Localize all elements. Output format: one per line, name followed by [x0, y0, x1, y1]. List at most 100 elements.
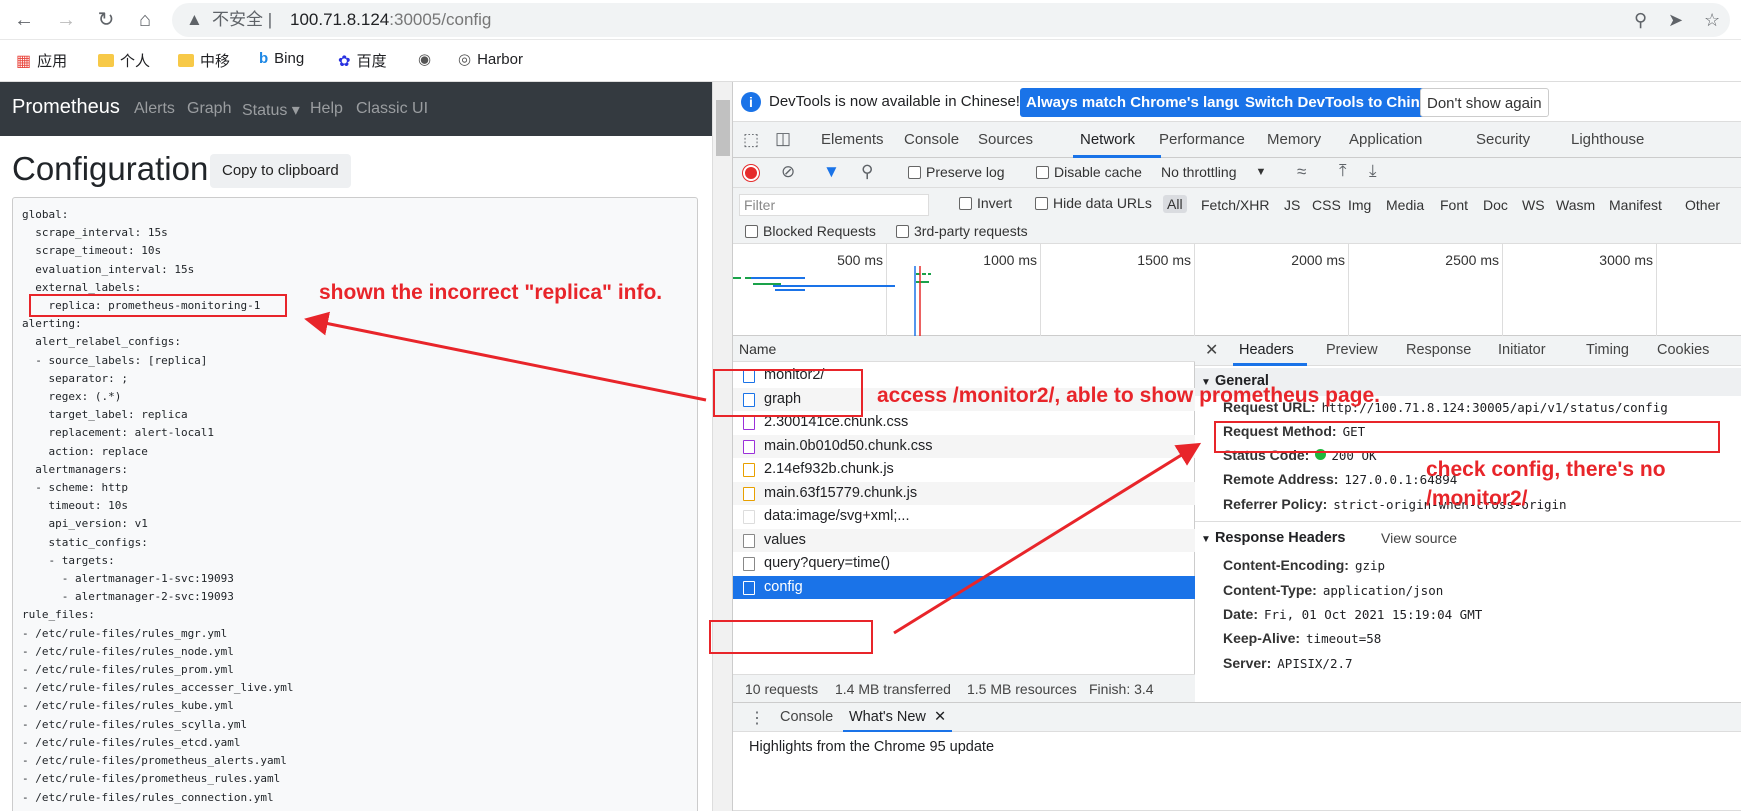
nav-status[interactable]: Status ▾ — [242, 100, 300, 120]
disable-cache-checkbox[interactable]: Disable cache — [1036, 164, 1142, 180]
config-line: - /etc/rule-files/rules_scylla.yml — [22, 717, 248, 731]
clear-icon[interactable]: ⊘ — [781, 162, 795, 182]
config-line: scrape_timeout: 10s — [22, 244, 162, 258]
scrollbar-thumb[interactable] — [716, 100, 730, 156]
match-language-button[interactable]: Always match Chrome's language — [1020, 88, 1275, 117]
type-font[interactable]: Font — [1440, 197, 1468, 213]
stylesheet-icon — [743, 416, 755, 430]
bookmark-harbor[interactable]: ◎ Harbor — [458, 50, 523, 69]
nav-classic-ui[interactable]: Classic UI — [356, 100, 428, 118]
tab-memory[interactable]: Memory — [1267, 131, 1321, 148]
type-other[interactable]: Other — [1685, 197, 1720, 213]
tab-headers[interactable]: Headers — [1239, 342, 1294, 358]
request-row[interactable]: query?query=time() — [733, 552, 1195, 576]
bookmark-baidu[interactable]: ✿ 百度 — [338, 50, 387, 71]
star-icon[interactable]: ☆ — [1704, 3, 1720, 37]
folder-icon — [98, 54, 114, 67]
type-wasm[interactable]: Wasm — [1556, 197, 1595, 213]
tab-preview[interactable]: Preview — [1326, 342, 1378, 358]
type-js[interactable]: JS — [1284, 197, 1300, 213]
network-conditions-icon[interactable]: ≈ — [1297, 162, 1306, 182]
drawer-tab-console[interactable]: Console — [780, 709, 833, 725]
nav-help[interactable]: Help — [310, 100, 343, 118]
type-ws[interactable]: WS — [1522, 197, 1545, 213]
home-icon[interactable]: ⌂ — [131, 6, 159, 34]
bookmark-apps[interactable]: ▦ 应用 — [16, 50, 67, 71]
response-headers-title[interactable]: ▼ Response Headers — [1201, 530, 1346, 546]
record-icon[interactable] — [743, 165, 759, 181]
throttling-select[interactable]: No throttling ▼ — [1161, 164, 1266, 180]
hide-data-urls-checkbox[interactable]: Hide data URLs — [1035, 195, 1152, 211]
tab-application[interactable]: Application — [1349, 131, 1422, 148]
tab-sources[interactable]: Sources — [978, 131, 1033, 148]
nav-alerts[interactable]: Alerts — [134, 100, 175, 118]
harbor-icon: ◎ — [458, 51, 472, 68]
bookmark-cmcc[interactable]: 中移 — [178, 50, 230, 71]
type-css[interactable]: CSS — [1312, 197, 1341, 213]
inspect-icon[interactable]: ⬚ — [743, 130, 759, 150]
request-row[interactable]: main.63f15779.chunk.js — [733, 481, 1195, 505]
prometheus-navbar: Prometheus Alerts Graph Status ▾ Help Cl… — [0, 82, 712, 136]
drawer-menu-icon[interactable]: ⋮ — [749, 708, 765, 728]
checkbox-icon — [745, 224, 758, 238]
forward-icon[interactable]: → — [52, 6, 80, 34]
filter-icon[interactable]: ▼ — [823, 162, 840, 182]
import-har-icon[interactable]: ⤒ — [1339, 161, 1347, 181]
switch-chinese-button[interactable]: Switch DevTools to Chinese — [1239, 88, 1451, 117]
infobar-text: DevTools is now available in Chinese! — [769, 93, 1020, 110]
request-row[interactable]: data:image/svg+xml;... — [733, 505, 1195, 529]
browser-toolbar: ← → ↻ ⌂ ▲ 不安全 | 100.71.8.124:30005/confi… — [0, 0, 1741, 40]
response-date: Date: Fri, 01 Oct 2021 15:19:04 GMT — [1223, 606, 1483, 622]
reload-icon[interactable]: ↻ — [92, 6, 120, 34]
tab-lighthouse[interactable]: Lighthouse — [1571, 131, 1644, 148]
request-row-selected[interactable]: config — [733, 575, 1195, 599]
close-tab-icon[interactable]: ✕ — [934, 709, 946, 725]
tab-network[interactable]: Network — [1080, 131, 1135, 148]
bookmark-bing[interactable]: b Bing — [259, 50, 304, 67]
type-img[interactable]: Img — [1348, 197, 1371, 213]
request-row[interactable]: 2.14ef932b.chunk.js — [733, 458, 1195, 482]
dont-show-again-button[interactable]: Don't show again — [1420, 88, 1549, 117]
device-toolbar-icon[interactable]: ◫ — [775, 129, 791, 149]
copy-to-clipboard-button[interactable]: Copy to clipboard — [210, 154, 351, 188]
request-row[interactable]: main.0b010d50.chunk.css — [733, 434, 1195, 458]
bookmark-globe[interactable]: ◉ — [418, 50, 431, 68]
type-doc[interactable]: Doc — [1483, 197, 1508, 213]
config-line: action: replace — [22, 444, 148, 458]
tab-initiator[interactable]: Initiator — [1498, 342, 1546, 358]
network-overview-timeline[interactable]: 500 ms 1000 ms 1500 ms 2000 ms 2500 ms 3… — [733, 244, 1741, 336]
send-icon[interactable]: ➤ — [1668, 3, 1683, 37]
close-detail-icon[interactable]: ✕ — [1205, 340, 1218, 360]
warning-icon: ▲ — [186, 10, 203, 29]
nav-graph[interactable]: Graph — [187, 100, 231, 118]
preserve-log-checkbox[interactable]: Preserve log — [908, 164, 1005, 180]
prometheus-brand[interactable]: Prometheus — [12, 96, 120, 119]
tab-cookies[interactable]: Cookies — [1657, 342, 1709, 358]
invert-checkbox[interactable]: Invert — [959, 195, 1012, 211]
tab-elements[interactable]: Elements — [821, 131, 884, 148]
bookmark-personal[interactable]: 个人 — [98, 50, 150, 71]
tab-security[interactable]: Security — [1476, 131, 1530, 148]
filter-input[interactable]: Filter — [739, 194, 929, 216]
type-manifest[interactable]: Manifest — [1609, 197, 1662, 213]
tab-console[interactable]: Console — [904, 131, 959, 148]
address-bar[interactable]: ▲ 不安全 | 100.71.8.124:30005/config ⚲ ➤ ☆ — [172, 3, 1730, 37]
type-media[interactable]: Media — [1386, 197, 1424, 213]
zoom-icon[interactable]: ⚲ — [1634, 3, 1647, 37]
view-source-link[interactable]: View source — [1381, 530, 1457, 546]
search-icon[interactable]: ⚲ — [861, 162, 873, 182]
tab-timing[interactable]: Timing — [1586, 342, 1629, 358]
tab-response[interactable]: Response — [1406, 342, 1471, 358]
page-scrollbar[interactable] — [712, 82, 732, 811]
blocked-requests-checkbox[interactable]: Blocked Requests — [745, 223, 876, 239]
bing-icon: b — [259, 50, 269, 67]
export-har-icon[interactable]: ⤓ — [1369, 161, 1377, 181]
type-fetch-xhr[interactable]: Fetch/XHR — [1201, 197, 1269, 213]
third-party-checkbox[interactable]: 3rd-party requests — [896, 223, 1028, 239]
tab-performance[interactable]: Performance — [1159, 131, 1245, 148]
name-column-header[interactable]: Name — [733, 336, 1195, 362]
back-icon[interactable]: ← — [10, 6, 38, 34]
type-all[interactable]: All — [1163, 195, 1187, 213]
drawer-tab-whats-new[interactable]: What's New ✕ — [843, 703, 953, 733]
request-row[interactable]: values — [733, 528, 1195, 552]
